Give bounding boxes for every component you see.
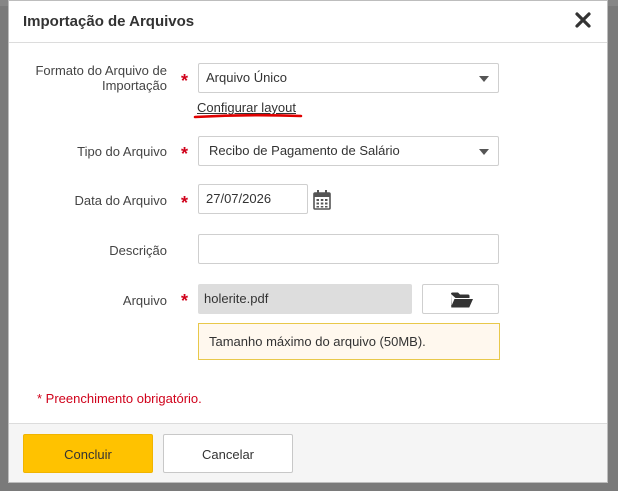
- type-label: Tipo do Arquivo: [17, 144, 167, 159]
- file-required-marker: *: [181, 291, 189, 311]
- calendar-icon[interactable]: [312, 189, 332, 211]
- format-label-text: Formato do Arquivo de Importação: [35, 63, 167, 93]
- file-label-text: Arquivo: [122, 293, 167, 308]
- type-required-marker: *: [181, 144, 189, 164]
- file-name-value: holerite.pdf: [204, 291, 269, 306]
- file-name-field: holerite.pdf: [198, 284, 412, 314]
- date-label-text: Data do Arquivo: [74, 193, 167, 208]
- close-icon[interactable]: [573, 10, 593, 30]
- date-input-value: 27/07/2026: [206, 191, 272, 206]
- file-label: Arquivo: [17, 293, 167, 308]
- format-select[interactable]: Arquivo Único: [198, 63, 499, 93]
- date-required-marker: *: [181, 193, 189, 213]
- file-size-info-text: Tamanho máximo do arquivo (50MB).: [209, 334, 426, 349]
- annotation-underline: [193, 113, 303, 119]
- file-type-select-value: Recibo de Pagamento de Salário: [209, 143, 400, 158]
- folder-open-icon: [450, 291, 474, 314]
- description-label: Descrição: [17, 243, 167, 258]
- file-size-info: Tamanho máximo do arquivo (50MB).: [198, 323, 500, 360]
- dialog-footer: Concluir Cancelar: [9, 423, 607, 482]
- file-type-select[interactable]: Recibo de Pagamento de Salário: [198, 136, 499, 166]
- import-files-dialog: Importação de Arquivos Formato do Arquiv…: [8, 0, 608, 483]
- conclude-button[interactable]: Concluir: [23, 434, 153, 473]
- date-label: Data do Arquivo: [17, 193, 167, 208]
- chevron-down-icon: [479, 76, 489, 82]
- chevron-down-icon: [479, 149, 489, 155]
- type-label-text: Tipo do Arquivo: [77, 144, 167, 159]
- format-select-value: Arquivo Único: [206, 70, 287, 85]
- dialog-header: Importação de Arquivos: [9, 1, 607, 43]
- date-input[interactable]: 27/07/2026: [198, 184, 308, 214]
- required-fields-note: * Preenchimento obrigatório.: [37, 391, 202, 406]
- format-required-marker: *: [181, 71, 189, 91]
- description-input[interactable]: [198, 234, 499, 264]
- cancel-button[interactable]: Cancelar: [163, 434, 293, 473]
- format-label: Formato do Arquivo de Importação: [17, 63, 167, 93]
- description-label-text: Descrição: [109, 243, 167, 258]
- browse-file-button[interactable]: [422, 284, 499, 314]
- dialog-title: Importação de Arquivos: [23, 13, 195, 30]
